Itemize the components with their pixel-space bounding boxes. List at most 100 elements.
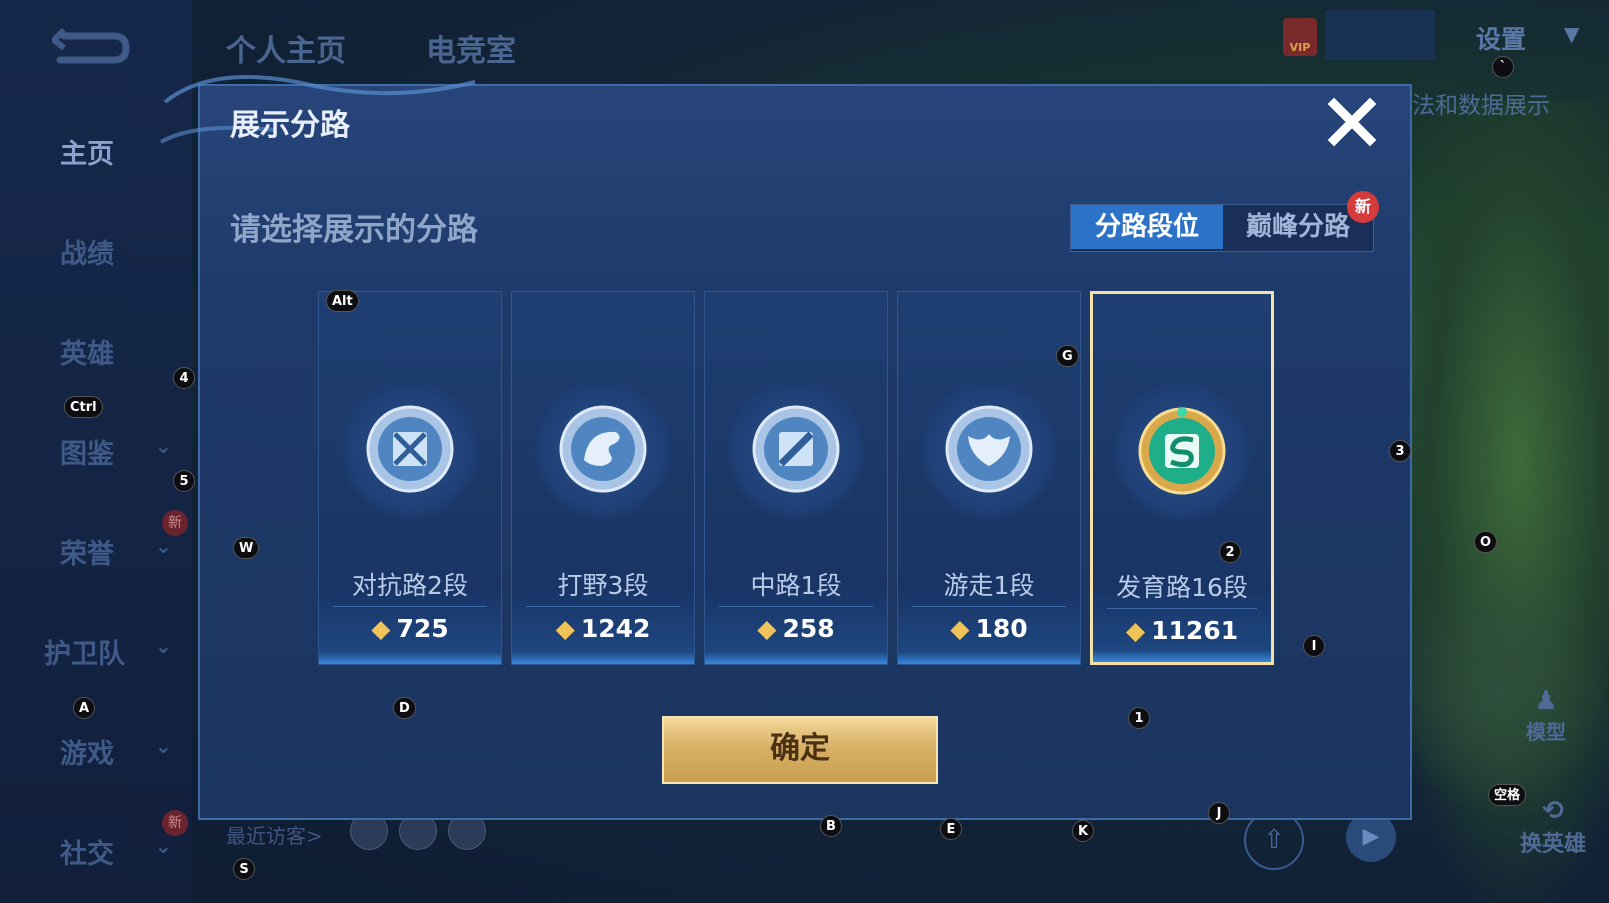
new-badge: 新 bbox=[162, 810, 188, 836]
vip-label: VIP bbox=[1289, 41, 1311, 54]
chevron-down-icon: ⌄ bbox=[155, 734, 172, 758]
close-icon[interactable] bbox=[1324, 94, 1380, 150]
model-label: 模型 bbox=[1526, 720, 1566, 744]
person-icon: ♟ bbox=[1534, 686, 1558, 716]
chevron-down-icon: ⌄ bbox=[155, 834, 172, 858]
hotkey-w: W bbox=[233, 537, 260, 559]
lane-display-dialog: 展示分路 请选择展示的分路 分路段位 巅峰分路 新 对抗路2段 ◆ 725 打野… bbox=[159, 75, 1412, 820]
hotkey-1: 1 bbox=[1128, 707, 1150, 729]
score-value: 180 bbox=[975, 614, 1028, 643]
lane-card-roam[interactable]: 游走1段 ◆ 180 bbox=[897, 291, 1081, 665]
lane-score: ◆ 258 bbox=[705, 614, 887, 643]
divider bbox=[719, 606, 873, 607]
mid-lane-icon bbox=[751, 404, 841, 494]
lane-score: ◆ 1242 bbox=[512, 614, 694, 643]
card-glow bbox=[319, 652, 501, 664]
lane-rank-label: 对抗路2段 bbox=[352, 571, 468, 600]
lane-rank-label: 打野3段 bbox=[557, 571, 649, 600]
roam-wings-icon bbox=[944, 404, 1034, 494]
hotkey-backtick: ` bbox=[1492, 56, 1514, 78]
jungle-dragon-icon bbox=[558, 404, 648, 494]
tab-lane-rank[interactable]: 分路段位 bbox=[1071, 205, 1223, 249]
chevron-down-icon: ⌄ bbox=[155, 634, 172, 658]
hotkey-g: G bbox=[1056, 345, 1079, 367]
select-lane-prompt: 请选择展示的分路 bbox=[230, 212, 478, 248]
sidebar-item-label: 游戏 bbox=[60, 739, 114, 770]
hotkey-k: K bbox=[1072, 820, 1095, 842]
tab-esports-room[interactable]: 电竞室 bbox=[426, 26, 516, 70]
swap-icon: ⟲ bbox=[1542, 796, 1564, 826]
lane-score: ◆ 180 bbox=[898, 614, 1080, 643]
lane-tabs: 分路段位 巅峰分路 新 bbox=[1070, 191, 1379, 252]
hotkey-j: J bbox=[1208, 802, 1230, 824]
sidebar-item-label: 护卫队 bbox=[44, 639, 125, 670]
confirm-label: 确定 bbox=[770, 731, 830, 766]
data-display-label: 法和数据展示 bbox=[1412, 93, 1550, 119]
settings-label: 设置 bbox=[1476, 25, 1527, 54]
recent-visitors-link[interactable]: 最近访客> bbox=[226, 820, 323, 849]
card-glow bbox=[705, 652, 887, 664]
card-glow bbox=[898, 652, 1080, 664]
sidebar-item-label: 图鉴 bbox=[60, 439, 114, 470]
score-gem-icon: ◆ bbox=[1125, 616, 1146, 645]
lane-rank-label: 发育路16段 bbox=[1116, 573, 1248, 602]
lane-card-farm[interactable]: 发育路16段 ◆ 11261 bbox=[1090, 291, 1274, 665]
hotkey-d: D bbox=[393, 697, 416, 719]
score-gem-icon: ◆ bbox=[555, 614, 575, 643]
hotkey-5: 5 bbox=[173, 470, 195, 492]
chevron-down-icon: ⌄ bbox=[155, 434, 172, 458]
score-gem-icon: ◆ bbox=[757, 614, 777, 643]
dialog-title: 展示分路 bbox=[230, 108, 350, 143]
score-gem-icon: ◆ bbox=[950, 614, 970, 643]
score-value: 725 bbox=[396, 614, 449, 643]
divider bbox=[1107, 608, 1257, 609]
lane-rank-label: 中路1段 bbox=[750, 571, 842, 600]
sidebar-item-label: 战绩 bbox=[60, 239, 114, 270]
hotkey-o: O bbox=[1474, 531, 1498, 553]
chevron-down-icon: ⌄ bbox=[155, 534, 172, 558]
lane-card-mid[interactable]: 中路1段 ◆ 258 bbox=[704, 291, 888, 665]
dropdown-icon[interactable]: ▼ bbox=[1564, 22, 1579, 46]
card-glow bbox=[512, 652, 694, 664]
switch-hero-button[interactable]: ⟲ 换英雄 bbox=[1520, 796, 1586, 858]
confirm-button[interactable]: 确定 bbox=[662, 716, 938, 784]
hotkey-e: E bbox=[940, 818, 962, 840]
switch-hero-label: 换英雄 bbox=[1520, 832, 1587, 857]
vip-info-panel bbox=[1325, 10, 1435, 60]
hero-model-area bbox=[1390, 560, 1609, 820]
tab-personal-home[interactable]: 个人主页 bbox=[226, 26, 346, 70]
score-value: 11261 bbox=[1151, 616, 1239, 645]
lane-score: ◆ 725 bbox=[319, 614, 501, 643]
lane-card-clash[interactable]: 对抗路2段 ◆ 725 bbox=[318, 291, 502, 665]
new-badge: 新 bbox=[1347, 191, 1379, 223]
hotkey-a: A bbox=[73, 697, 96, 719]
lane-score: ◆ 11261 bbox=[1093, 616, 1271, 645]
divider bbox=[912, 606, 1066, 607]
hotkey-3: 3 bbox=[1389, 440, 1411, 462]
hotkey-alt: Alt bbox=[326, 290, 359, 312]
new-badge: 新 bbox=[162, 510, 188, 536]
score-value: 1242 bbox=[580, 614, 651, 643]
sidebar-item-label: 英雄 bbox=[60, 339, 114, 370]
lane-card-jungle[interactable]: 打野3段 ◆ 1242 bbox=[511, 291, 695, 665]
sidebar-item-label: 荣誉 bbox=[60, 539, 114, 570]
divider bbox=[526, 606, 680, 607]
lane-rank-label: 游走1段 bbox=[943, 571, 1035, 600]
hotkey-s: S bbox=[233, 858, 255, 880]
hotkey-space: 空格 bbox=[1488, 784, 1527, 806]
divider bbox=[333, 606, 487, 607]
hotkey-ctrl: Ctrl bbox=[64, 396, 103, 418]
hotkey-2: 2 bbox=[1219, 541, 1241, 563]
vip-badge[interactable]: VIP bbox=[1283, 18, 1317, 56]
model-button[interactable]: ♟ 模型 bbox=[1526, 686, 1566, 745]
settings-button[interactable]: 设置 bbox=[1476, 20, 1526, 56]
sidebar-item-label: 主页 bbox=[60, 139, 114, 170]
back-arrow-icon[interactable] bbox=[49, 27, 132, 68]
score-value: 258 bbox=[782, 614, 835, 643]
hotkey-4: 4 bbox=[173, 367, 195, 389]
score-gem-icon: ◆ bbox=[371, 614, 391, 643]
farm-lane-icon bbox=[1137, 406, 1227, 496]
hotkey-i: I bbox=[1303, 635, 1325, 657]
card-glow bbox=[1093, 650, 1271, 662]
sidebar-item-label: 社交 bbox=[60, 839, 114, 870]
